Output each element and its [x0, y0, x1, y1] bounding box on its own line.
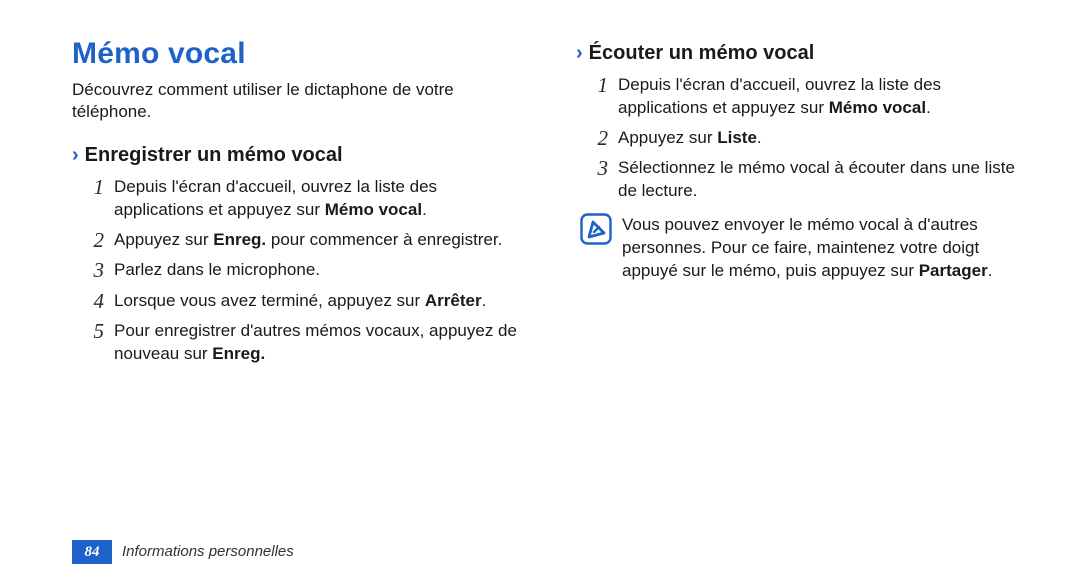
step-pre: Pour enregistrer d'autres mémos vocaux, …: [114, 321, 517, 363]
step-record-5: 5 Pour enregistrer d'autres mémos vocaux…: [82, 319, 520, 366]
step-number: 3: [586, 156, 608, 203]
step-post: .: [482, 291, 487, 310]
step-text: Parlez dans le microphone.: [114, 258, 520, 282]
chevron-icon: ›: [72, 142, 79, 169]
subhead-listen-label: Écouter un mémo vocal: [589, 40, 815, 67]
step-number: 3: [82, 258, 104, 282]
step-bold: Arrêter: [425, 291, 482, 310]
footer-text: Informations personnelles: [122, 542, 294, 562]
step-pre: Appuyez sur: [618, 128, 717, 147]
note-post: .: [988, 261, 993, 280]
step-pre: Lorsque vous avez terminé, appuyez sur: [114, 291, 425, 310]
note-block: Vous pouvez envoyer le mémo vocal à d'au…: [580, 213, 1024, 283]
step-bold: Enreg.: [212, 344, 265, 363]
step-listen-1: 1 Depuis l'écran d'accueil, ouvrez la li…: [586, 73, 1024, 120]
step-post: pour commencer à enregistrer.: [266, 230, 502, 249]
step-number: 1: [586, 73, 608, 120]
column-right: › Écouter un mémo vocal 1 Depuis l'écran…: [548, 34, 1024, 586]
step-listen-3: 3 Sélectionnez le mémo vocal à écouter d…: [586, 156, 1024, 203]
subhead-record-label: Enregistrer un mémo vocal: [85, 142, 343, 169]
page-title: Mémo vocal: [72, 34, 520, 75]
step-pre: Sélectionnez le mémo vocal à écouter dan…: [618, 158, 1015, 200]
subhead-record: › Enregistrer un mémo vocal: [72, 142, 520, 169]
step-bold: Enreg.: [213, 230, 266, 249]
step-number: 4: [82, 289, 104, 313]
page-footer: 84 Informations personnelles: [72, 540, 294, 564]
step-pre: Appuyez sur: [114, 230, 213, 249]
note-icon: [580, 213, 612, 245]
column-left: Mémo vocal Découvrez comment utiliser le…: [72, 34, 548, 586]
step-text: Sélectionnez le mémo vocal à écouter dan…: [618, 156, 1024, 203]
step-pre: Parlez dans le microphone.: [114, 260, 320, 279]
step-text: Pour enregistrer d'autres mémos vocaux, …: [114, 319, 520, 366]
step-text: Appuyez sur Enreg. pour commencer à enre…: [114, 228, 520, 252]
step-bold: Liste: [717, 128, 757, 147]
step-text: Depuis l'écran d'accueil, ouvrez la list…: [618, 73, 1024, 120]
step-post: .: [757, 128, 762, 147]
step-number: 5: [82, 319, 104, 366]
intro-text: Découvrez comment utiliser le dictaphone…: [72, 79, 520, 125]
step-text: Appuyez sur Liste.: [618, 126, 1024, 150]
step-record-3: 3 Parlez dans le microphone.: [82, 258, 520, 282]
note-bold: Partager: [919, 261, 988, 280]
step-listen-2: 2 Appuyez sur Liste.: [586, 126, 1024, 150]
step-record-1: 1 Depuis l'écran d'accueil, ouvrez la li…: [82, 175, 520, 222]
subhead-listen: › Écouter un mémo vocal: [576, 40, 1024, 67]
step-post: .: [926, 98, 931, 117]
step-record-4: 4 Lorsque vous avez terminé, appuyez sur…: [82, 289, 520, 313]
page: Mémo vocal Découvrez comment utiliser le…: [0, 0, 1080, 586]
step-number: 2: [82, 228, 104, 252]
chevron-icon: ›: [576, 40, 583, 67]
step-bold: Mémo vocal: [829, 98, 926, 117]
step-record-2: 2 Appuyez sur Enreg. pour commencer à en…: [82, 228, 520, 252]
step-post: .: [422, 200, 427, 219]
page-number: 84: [72, 540, 112, 564]
steps-listen: 1 Depuis l'écran d'accueil, ouvrez la li…: [576, 73, 1024, 203]
step-text: Lorsque vous avez terminé, appuyez sur A…: [114, 289, 520, 313]
step-bold: Mémo vocal: [325, 200, 422, 219]
steps-record: 1 Depuis l'écran d'accueil, ouvrez la li…: [72, 175, 520, 365]
step-text: Depuis l'écran d'accueil, ouvrez la list…: [114, 175, 520, 222]
step-number: 2: [586, 126, 608, 150]
step-number: 1: [82, 175, 104, 222]
note-text: Vous pouvez envoyer le mémo vocal à d'au…: [622, 213, 1024, 283]
